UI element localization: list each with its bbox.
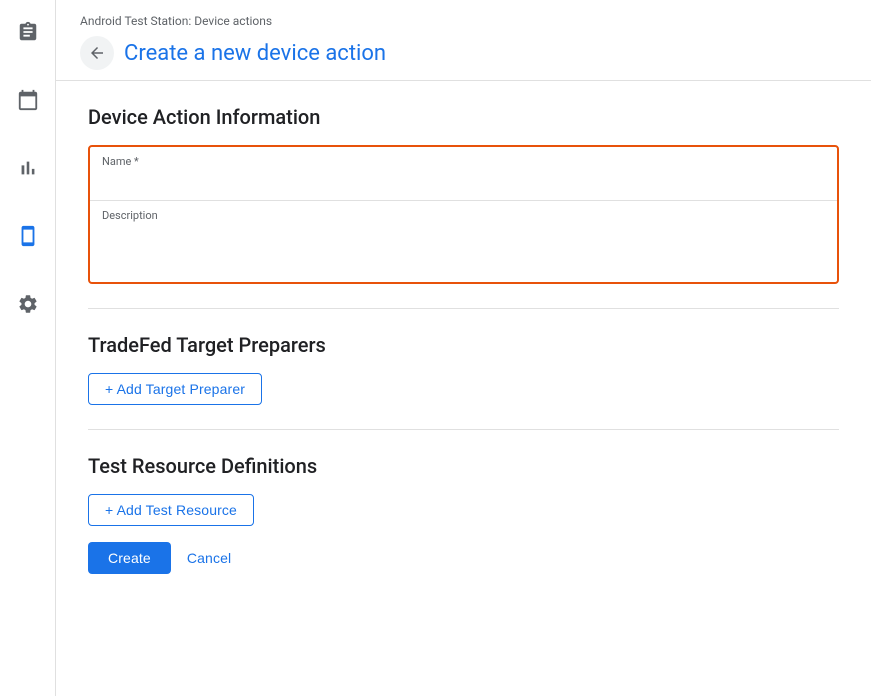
- tradefed-section-title: TradeFed Target Preparers: [88, 333, 839, 357]
- action-row: Create Cancel: [88, 542, 839, 574]
- description-input[interactable]: [102, 224, 825, 274]
- sidebar: [0, 0, 56, 696]
- phone-icon[interactable]: [8, 216, 48, 256]
- add-target-preparer-button[interactable]: + Add Target Preparer: [88, 373, 262, 405]
- gear-icon[interactable]: [8, 284, 48, 324]
- name-field-container: Name *: [90, 147, 837, 200]
- device-action-section: Device Action Information Name * Descrip…: [88, 105, 839, 284]
- cancel-button[interactable]: Cancel: [175, 542, 243, 574]
- divider-1: [88, 308, 839, 309]
- main-content: Android Test Station: Device actions Cre…: [56, 0, 871, 696]
- add-test-resource-button[interactable]: + Add Test Resource: [88, 494, 254, 526]
- clipboard-icon[interactable]: [8, 12, 48, 52]
- breadcrumb: Android Test Station: Device actions: [80, 14, 847, 28]
- calendar-icon[interactable]: [8, 80, 48, 120]
- description-label: Description: [102, 209, 825, 222]
- test-resource-section-title: Test Resource Definitions: [88, 454, 839, 478]
- name-label: Name *: [102, 155, 825, 168]
- test-resource-section: Test Resource Definitions + Add Test Res…: [88, 454, 839, 526]
- description-field-container: Description: [90, 200, 837, 282]
- device-action-form-card: Name * Description: [88, 145, 839, 284]
- page-title: Create a new device action: [124, 41, 386, 66]
- name-input[interactable]: [102, 170, 825, 196]
- header: Android Test Station: Device actions Cre…: [56, 0, 871, 81]
- bar-chart-icon[interactable]: [8, 148, 48, 188]
- divider-2: [88, 429, 839, 430]
- back-button[interactable]: [80, 36, 114, 70]
- device-action-section-title: Device Action Information: [88, 105, 839, 129]
- tradefed-section: TradeFed Target Preparers + Add Target P…: [88, 333, 839, 405]
- create-button[interactable]: Create: [88, 542, 171, 574]
